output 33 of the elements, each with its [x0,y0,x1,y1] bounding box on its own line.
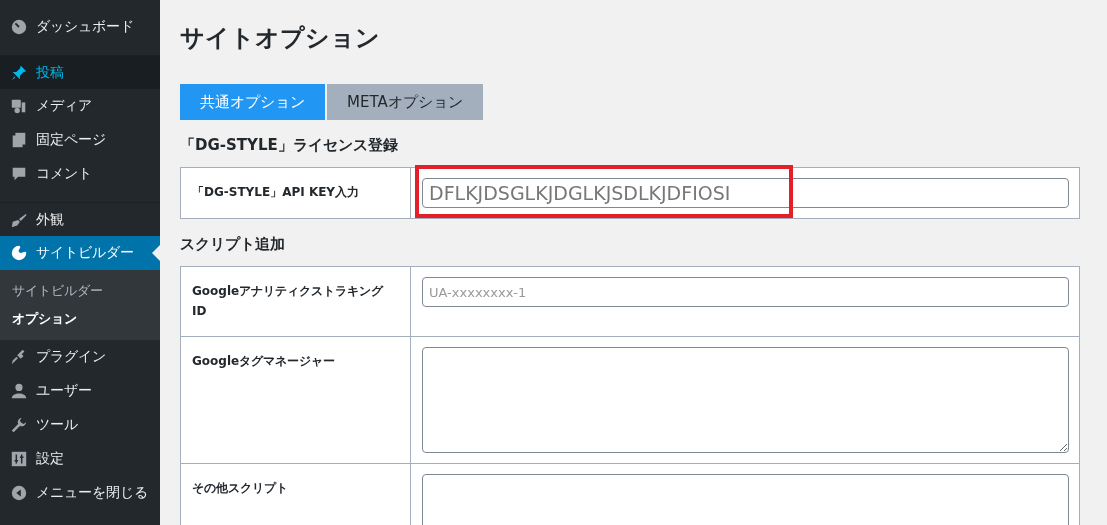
gauge-icon [10,18,28,36]
pages-icon [10,131,28,149]
sidebar-item[interactable]: 固定ページ [0,123,160,157]
sidebar-item[interactable]: 設定 [0,442,160,476]
textarea-field[interactable] [422,473,1069,525]
sidebar-item[interactable]: 投稿 [0,55,160,89]
collapse-icon [10,484,28,502]
sidebar-item[interactable]: ダッシュボード [0,10,160,44]
sidebar-item[interactable]: ツール [0,408,160,442]
section-heading: スクリプト追加 [180,235,286,254]
input-field[interactable]: UA-xxxxxxxx-1 [422,277,1069,307]
section-heading: 「DG-STYLE」ライセンス登録 [180,136,399,155]
submenu-item[interactable]: サイトビルダー [0,277,160,305]
sidebar-item[interactable]: メニューを閉じる [0,476,160,510]
field-label: その他スクリプト [192,480,288,495]
textarea-field[interactable] [422,346,1069,453]
tab[interactable]: METAオプション [327,84,483,120]
page-title: サイトオプション [180,23,381,54]
wrench-icon [10,416,28,434]
field-label: Googleタグマネージャー [192,353,336,368]
field-label: Googleアナリティクストラキング ID [192,284,384,319]
sliders-icon [10,450,28,468]
sidebar-item[interactable]: プラグイン [0,340,160,374]
field-label: 「DG-STYLE」API KEY入力 [192,185,360,199]
input-field[interactable]: DFLKJDSGLKJDGLKJSDLKJDFIOSI [422,178,1069,208]
user-icon [10,382,28,400]
media-icon [10,97,28,115]
submenu-item[interactable]: オプション [0,305,160,333]
sidebar-item[interactable]: コメント [0,157,160,191]
sidebar-item[interactable]: メディア [0,89,160,123]
sidebar-item[interactable]: サイトビルダー [0,236,160,270]
pin-icon [10,63,28,82]
sidebar-item[interactable]: ユーザー [0,374,160,408]
